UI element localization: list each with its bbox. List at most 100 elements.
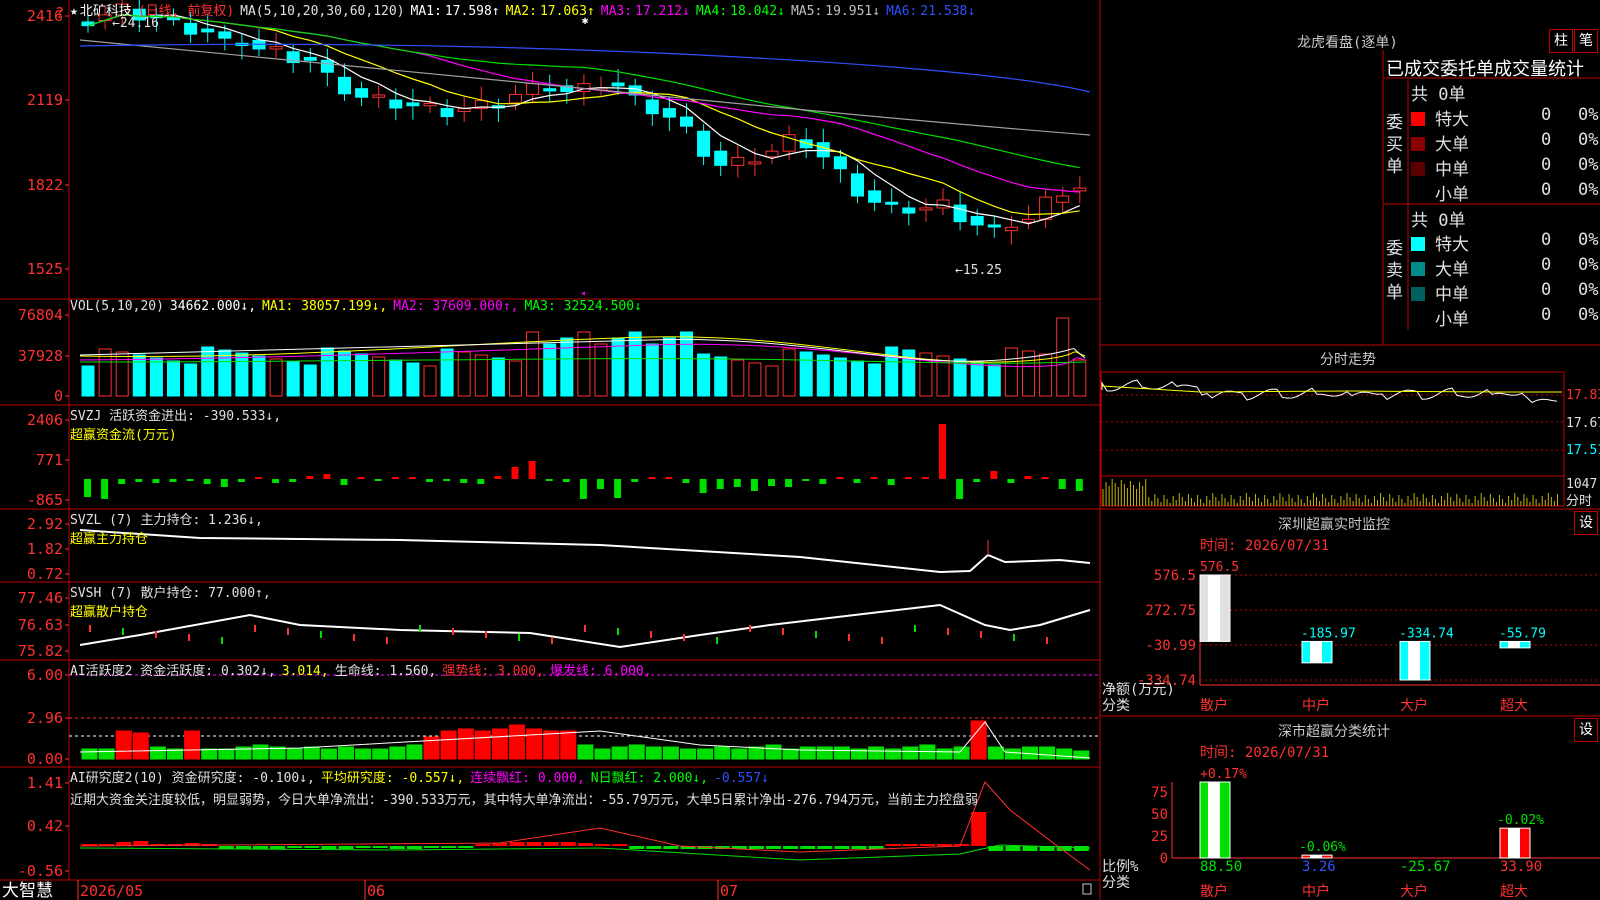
order-size-row: 中单 [1411, 280, 1469, 305]
volume-bar [457, 351, 471, 397]
period-label[interactable]: (日线, 前复权) [138, 4, 234, 19]
research-bar [338, 846, 354, 849]
activity-bar [885, 748, 902, 760]
chart-canvas[interactable]: 2416211918221525768043792802406771-8652.… [0, 0, 1600, 900]
fund-flow-bar [631, 479, 639, 482]
order-count: 0 [1541, 130, 1552, 150]
x-tick-label: 2026/05 [80, 882, 143, 900]
volume-bar [594, 343, 608, 397]
research-bar [919, 844, 935, 846]
research-bar [783, 846, 799, 849]
activity-bar [816, 746, 833, 760]
y-tick-label: 0.72 [27, 565, 63, 583]
fund-flow-bar [357, 477, 365, 479]
ma-label-item: MA5: [790, 4, 823, 19]
y-tick-label: 2.92 [27, 515, 63, 533]
category-label: 散户 [1200, 883, 1228, 900]
sz-class-settings-button[interactable]: 设 [1574, 718, 1598, 742]
volume-bar [389, 359, 403, 397]
activity-bar [98, 748, 115, 760]
volume-bar [269, 358, 283, 397]
research-bar [526, 842, 542, 846]
activity-bar [714, 746, 731, 760]
order-count: 0 [1541, 280, 1552, 300]
category-label: 中户 [1302, 883, 1330, 900]
research-bar [748, 846, 764, 849]
research-bar [355, 846, 371, 848]
activity-bar [132, 732, 149, 760]
fund-flow-bar [118, 479, 126, 484]
fund-flow-bar [408, 477, 416, 479]
buy-side-label: 委买单 [1386, 113, 1403, 177]
candle-body [1022, 218, 1035, 223]
activity-bar [286, 748, 303, 760]
activity-bar [81, 748, 98, 760]
volume-bar [115, 351, 129, 397]
order-size-row: 小单 [1411, 305, 1469, 330]
net-amount-bar-highlight [1508, 641, 1520, 648]
candle-body [765, 150, 779, 158]
volume-bar [338, 350, 351, 397]
fund-flow-bar [768, 479, 775, 486]
fund-flow-bar [528, 461, 536, 479]
activity-bar [440, 730, 457, 760]
y-tick-label: 25 [1151, 829, 1168, 845]
fund-flow-bar [836, 477, 844, 479]
svzl-line2: 超赢主力持仓 [70, 532, 149, 547]
research-bar [406, 846, 422, 849]
research-bar [902, 844, 918, 846]
fund-flow-bar [391, 477, 399, 479]
sz-monitor-title: 深圳超赢实时监控 [1278, 517, 1390, 533]
indicator-value: 平均研究度: -0.557↓, [320, 771, 465, 786]
activity-bar [628, 744, 645, 760]
x-tick-label: 06 [367, 882, 385, 900]
fund-flow-bar [802, 479, 810, 481]
candle-body [833, 156, 847, 170]
ai-research-info: AI研究度2(10) 资金研究度: -0.100↓, 平均研究度: -0.557↓… [70, 767, 978, 808]
research-bar [424, 846, 439, 848]
fund-flow-bar [340, 479, 348, 485]
volume-bar [714, 356, 728, 397]
activity-bar [748, 746, 765, 760]
indicator-value: MA2: 37609.000↑, [393, 299, 519, 314]
y-tick-label: 1.41 [27, 774, 63, 792]
order-toggle-button[interactable]: 笔 [1574, 29, 1598, 53]
volume-bar [303, 364, 317, 397]
intraday-y-label: 17.51 [1566, 443, 1600, 458]
order-percent: 0% [1578, 130, 1599, 150]
indicator-value: 生命线: 1.560, [334, 664, 437, 679]
star-icon[interactable]: ★ [70, 4, 78, 19]
y-tick-label: 2119 [27, 91, 63, 109]
research-bar [372, 846, 388, 848]
bar-toggle-button[interactable]: 柱 [1549, 29, 1573, 53]
order-size-name: 特大 [1435, 110, 1469, 130]
y-tick-label: -865 [27, 491, 63, 509]
order-size-name: 小单 [1435, 310, 1469, 330]
main-info-bar: ★ 北矿科技 (日线, 前复权) MA(5,10,20,30,60,120) MA1: 1… [70, 0, 987, 19]
activity-bar [389, 746, 406, 760]
volume-bar [543, 343, 557, 397]
candle-body [748, 161, 762, 165]
candle-body [851, 173, 864, 197]
sz-monitor-settings-button[interactable]: 设 [1574, 511, 1598, 535]
bar-value-label: -55.79 [1499, 626, 1546, 641]
activity-bar [201, 748, 218, 760]
activity-bar [970, 720, 987, 760]
y-tick-label: 0.42 [27, 817, 63, 835]
volume-bar [201, 346, 215, 397]
activity-bar [936, 748, 953, 760]
y-tick-label: 1525 [27, 260, 63, 278]
sz-monitor-time: 时间: 2026/07/31 [1200, 538, 1330, 554]
fund-flow-bar [597, 479, 604, 489]
dragon-header: 已成交委托单成交量统计 [1386, 59, 1584, 80]
y-tick-label: 2406 [27, 411, 63, 429]
order-size-name: 中单 [1435, 285, 1469, 305]
research-bar [937, 844, 952, 846]
stock-name[interactable]: 北矿科技 [80, 4, 132, 19]
indicator-value: -0.557↓ [714, 771, 769, 786]
volume-bar [286, 361, 300, 397]
research-bar [270, 846, 286, 849]
research-bar [509, 842, 525, 846]
indicator-value: 34662.000↓, [169, 299, 257, 314]
order-percent: 0% [1578, 230, 1599, 250]
